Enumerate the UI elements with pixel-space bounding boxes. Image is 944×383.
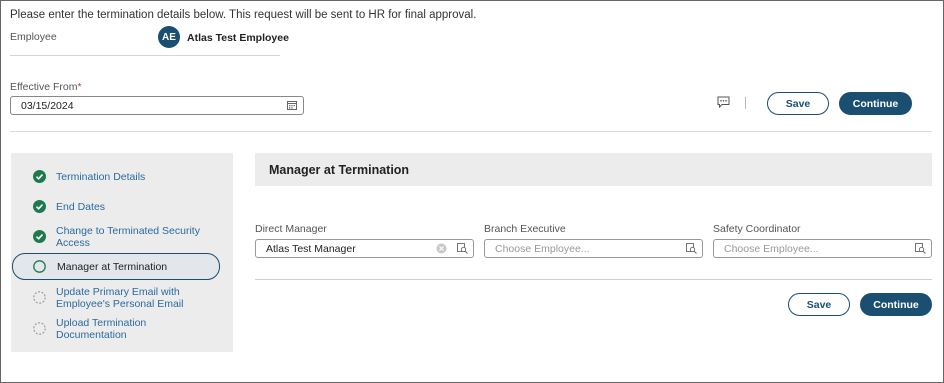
steps-sidebar: Termination Details End Dates Change to … bbox=[11, 153, 233, 352]
employee-search-icon[interactable] bbox=[686, 243, 697, 254]
employee-name: Atlas Test Employee bbox=[187, 32, 289, 44]
check-circle-icon bbox=[33, 170, 46, 183]
step-termination-details[interactable]: Termination Details bbox=[11, 167, 233, 185]
clear-icon[interactable] bbox=[436, 243, 447, 254]
step-label: End Dates bbox=[56, 201, 106, 213]
step-manager-at-termination[interactable]: Manager at Termination bbox=[12, 253, 220, 280]
panel-title: Manager at Termination bbox=[269, 163, 410, 177]
comment-icon[interactable] bbox=[717, 96, 730, 108]
check-circle-icon bbox=[33, 230, 46, 243]
safety-coordinator-input[interactable]: Choose Employee... bbox=[713, 239, 932, 258]
section-divider bbox=[10, 131, 932, 132]
step-update-primary-email[interactable]: Update Primary Email with Employee's Pers… bbox=[11, 284, 233, 310]
panel-divider bbox=[255, 279, 932, 280]
step-end-dates[interactable]: End Dates bbox=[11, 197, 233, 215]
toolbar-divider bbox=[745, 97, 746, 109]
dashed-circle-icon bbox=[33, 322, 46, 335]
intro-text: Please enter the termination details bel… bbox=[10, 9, 477, 21]
effective-from-date-input[interactable]: 03/15/2024 bbox=[10, 96, 304, 115]
step-label: Manager at Termination bbox=[57, 261, 168, 273]
direct-manager-label: Direct Manager bbox=[255, 223, 327, 235]
effective-from-label: Effective From* bbox=[10, 81, 82, 93]
step-label: Change to Terminated Security Access bbox=[56, 225, 200, 249]
dashed-circle-icon bbox=[33, 291, 46, 304]
panel-continue-button[interactable]: Continue bbox=[860, 293, 932, 316]
employee-divider bbox=[10, 55, 280, 56]
step-change-security-access[interactable]: Change to Terminated Security Access bbox=[11, 223, 233, 249]
branch-executive-label: Branch Executive bbox=[484, 223, 566, 235]
safety-coordinator-label: Safety Coordinator bbox=[713, 223, 801, 235]
continue-button[interactable]: Continue bbox=[839, 92, 912, 115]
calendar-icon[interactable] bbox=[287, 100, 297, 110]
step-upload-documentation[interactable]: Upload Termination Documentation bbox=[11, 315, 233, 341]
avatar: AE bbox=[158, 26, 180, 48]
step-label: Upload Termination Documentation bbox=[56, 317, 147, 341]
circle-outline-icon bbox=[33, 260, 46, 273]
panel-save-button[interactable]: Save bbox=[788, 293, 850, 316]
step-label: Termination Details bbox=[56, 171, 146, 183]
employee-label: Employee bbox=[10, 31, 57, 43]
required-marker: * bbox=[77, 81, 82, 93]
employee-search-icon[interactable] bbox=[915, 243, 926, 254]
branch-executive-input[interactable]: Choose Employee... bbox=[484, 239, 703, 258]
employee-search-icon[interactable] bbox=[457, 243, 468, 254]
check-circle-icon bbox=[33, 200, 46, 213]
step-label: Update Primary Email with Employee's Pers… bbox=[56, 286, 184, 310]
save-button[interactable]: Save bbox=[767, 92, 829, 115]
